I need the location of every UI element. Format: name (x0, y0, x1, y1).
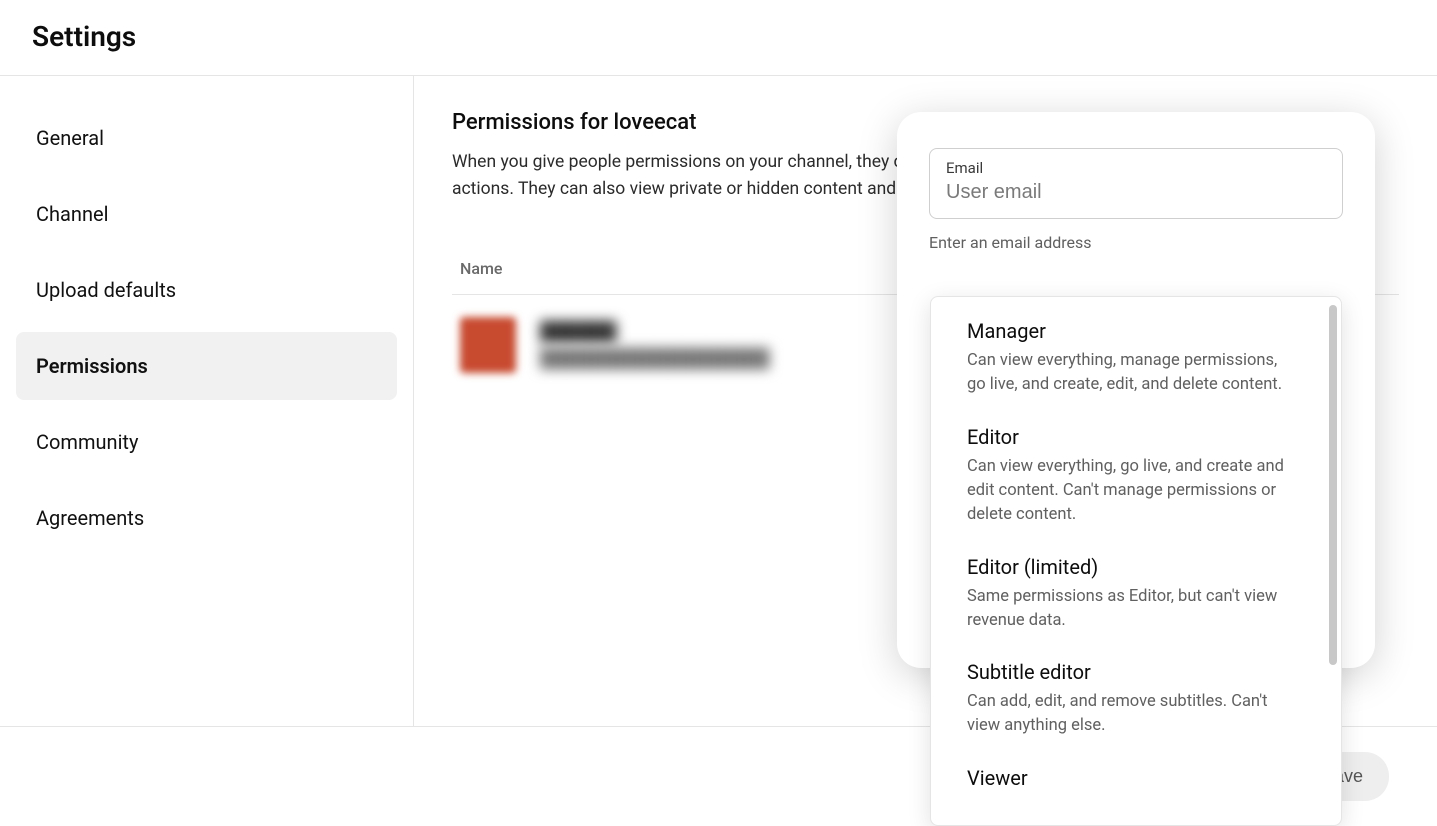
role-desc: Can add, edit, and remove subtitles. Can… (967, 690, 1297, 738)
page-title: Settings (32, 20, 1405, 53)
role-title: Editor (limited) (967, 555, 1305, 579)
dropdown-scrollbar[interactable] (1329, 305, 1337, 665)
sidebar-item-permissions[interactable]: Permissions (16, 332, 397, 400)
email-input[interactable] (946, 181, 1326, 204)
role-option-editor-limited[interactable]: Editor (limited) Same permissions as Edi… (931, 541, 1341, 647)
role-desc: Can view everything, manage permissions,… (967, 349, 1297, 397)
column-name: Name (460, 259, 502, 278)
email-hint: Enter an email address (929, 233, 1343, 252)
role-title: Editor (967, 425, 1305, 449)
role-option-editor[interactable]: Editor Can view everything, go live, and… (931, 411, 1341, 541)
role-desc: Same permissions as Editor, but can't vi… (967, 585, 1297, 633)
avatar (460, 317, 516, 373)
settings-sidebar: General Channel Upload defaults Permissi… (0, 76, 414, 810)
role-option-manager[interactable]: Manager Can view everything, manage perm… (931, 305, 1341, 411)
row-email: ██████████████████ (540, 348, 770, 369)
role-title: Viewer (967, 766, 1305, 790)
role-title: Subtitle editor (967, 660, 1305, 684)
row-name: ██████ (540, 321, 770, 342)
sidebar-item-general[interactable]: General (16, 104, 397, 172)
sidebar-item-upload-defaults[interactable]: Upload defaults (16, 256, 397, 324)
sidebar-item-agreements[interactable]: Agreements (16, 484, 397, 552)
dialog-header: Settings (0, 0, 1437, 76)
role-option-subtitle-editor[interactable]: Subtitle editor Can add, edit, and remov… (931, 646, 1341, 752)
sidebar-item-community[interactable]: Community (16, 408, 397, 476)
role-dropdown: Manager Can view everything, manage perm… (930, 296, 1342, 826)
role-option-viewer[interactable]: Viewer (931, 752, 1341, 810)
row-text: ██████ ██████████████████ (540, 321, 770, 369)
email-label: Email (946, 159, 1326, 177)
settings-dialog: Settings General Channel Upload defaults… (0, 0, 1437, 826)
sidebar-item-channel[interactable]: Channel (16, 180, 397, 248)
role-desc: Can view everything, go live, and create… (967, 455, 1297, 527)
email-field-box[interactable]: Email (929, 148, 1343, 219)
role-title: Manager (967, 319, 1305, 343)
